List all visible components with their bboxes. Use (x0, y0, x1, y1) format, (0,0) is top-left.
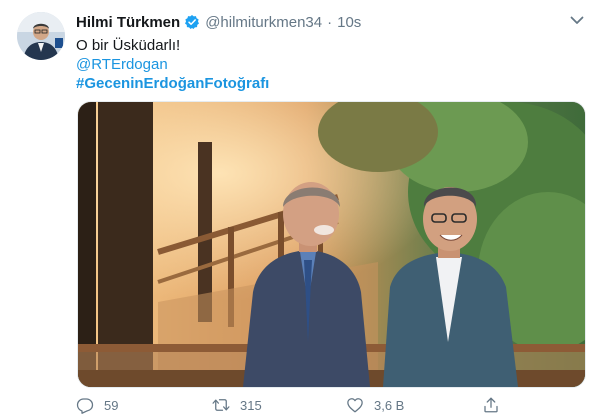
chevron-down-icon[interactable] (568, 11, 586, 29)
share-icon (484, 397, 498, 413)
separator-dot: · (327, 13, 333, 31)
reply-count: 59 (104, 397, 119, 413)
author-handle[interactable]: @hilmiturkmen34 (205, 14, 322, 31)
like-icon (347, 398, 363, 413)
author-name[interactable]: Hilmi Türkmen (76, 14, 180, 31)
reply-button[interactable]: 59 (76, 396, 118, 414)
share-button[interactable] (482, 396, 510, 414)
mention-link[interactable]: @RTErdogan (76, 55, 168, 75)
retweet-button[interactable]: 315 (212, 396, 262, 414)
verified-badge-icon (184, 14, 200, 30)
tweet-timestamp[interactable]: 10s (337, 14, 361, 31)
like-count: 3,6 B (374, 397, 405, 413)
hashtag-link[interactable]: #GeceninErdoğanFotoğrafı (76, 74, 269, 94)
avatar[interactable] (17, 12, 65, 60)
tweet[interactable]: Hilmi Türkmen @hilmiturkmen34 · 10s O bi… (0, 0, 597, 420)
tweet-header: Hilmi Türkmen @hilmiturkmen34 · 10s (76, 12, 361, 32)
tweet-text: O bir Üsküdarlı! (76, 37, 181, 54)
retweet-count: 315 (240, 397, 262, 413)
like-button[interactable]: 3,6 B (346, 396, 404, 414)
retweet-icon (212, 399, 230, 411)
reply-icon (76, 398, 94, 414)
tweet-photo[interactable] (77, 101, 586, 388)
